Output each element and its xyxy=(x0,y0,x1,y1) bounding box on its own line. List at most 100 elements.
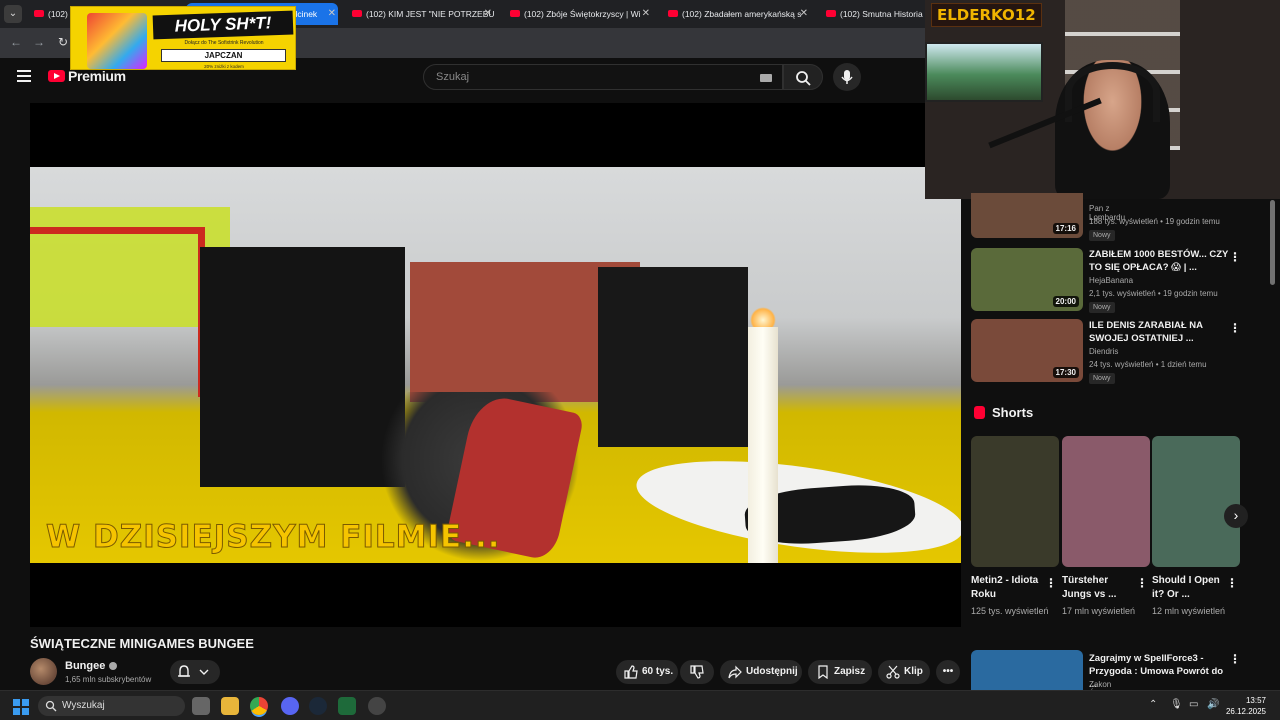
verified-icon xyxy=(109,662,118,671)
browser-tab[interactable]: (102) Smutna Historia „W xyxy=(822,3,925,25)
youtube-header: Premium xyxy=(0,58,925,98)
recommendation-title[interactable]: ILE DENIS ZARABIAŁ NA SWOJEJ OSTATNIEJ .… xyxy=(1089,319,1229,345)
video-player[interactable]: W DZISIEJSZYM FILMIE... xyxy=(30,103,961,627)
streamer-tag: ELDERKO12 xyxy=(931,3,1042,27)
more-vert-icon[interactable]: ⋮ xyxy=(1229,250,1241,264)
short-title[interactable]: Metin2 - Idiota Roku xyxy=(971,574,1043,602)
volume-icon[interactable]: 🔊 xyxy=(1207,699,1219,710)
network-icon[interactable]: ▭ xyxy=(1189,699,1198,710)
shorts-header: Shorts xyxy=(974,405,1033,420)
tab-search-button[interactable]: ⌄ xyxy=(4,5,22,23)
recommendation-meta: 2,1 tys. wyświetleń • 19 godzin temu xyxy=(1089,289,1218,298)
new-badge: Nowy xyxy=(1089,230,1115,241)
tab-label: (102) Zbadałem amerykańską s xyxy=(682,9,802,19)
browser-tab[interactable]: (102) Zbóje Świętokrzyscy | Wi ✕ xyxy=(506,3,652,25)
youtube-favicon-icon xyxy=(826,10,836,17)
like-button[interactable]: 60 tys. xyxy=(616,660,678,684)
scene-scaffold xyxy=(30,227,205,397)
short-thumbnail[interactable] xyxy=(1062,436,1150,567)
chevron-right-icon[interactable]: › xyxy=(1224,504,1248,528)
webcam-overlay: ELDERKO12 xyxy=(925,0,1280,199)
short-thumbnail[interactable] xyxy=(971,436,1059,567)
tab-close-icon[interactable]: ✕ xyxy=(800,3,808,25)
recommendation-meta: 188 tys. wyświetleń • 19 godzin temu xyxy=(1089,217,1220,226)
dislike-button[interactable] xyxy=(680,660,714,684)
video-duration: 20:00 xyxy=(1052,296,1079,307)
short-thumbnail[interactable] xyxy=(1152,436,1240,567)
scene-candle xyxy=(748,327,778,563)
youtube-logo-icon[interactable] xyxy=(48,70,65,82)
save-button[interactable]: Zapisz xyxy=(808,660,872,684)
short-item[interactable]: Türsteher Jungs vs ... 17 mln wyświetleń… xyxy=(1062,436,1150,616)
chevron-up-icon[interactable]: ⌃ xyxy=(1149,699,1157,710)
recommendation-channel[interactable]: HejaBanana xyxy=(1089,276,1133,285)
recommendation-thumbnail[interactable]: 17:16 xyxy=(971,193,1083,238)
video-duration: 17:16 xyxy=(1052,223,1079,234)
scissors-icon xyxy=(886,665,900,679)
browser-tab[interactable]: (102) KIM JEST "NIE POTRZEBU ✕ xyxy=(348,3,494,25)
more-vert-icon[interactable]: ⋮ xyxy=(1229,321,1241,335)
microphone-tray-icon[interactable]: 🎙 xyxy=(1170,699,1183,710)
obs-icon[interactable] xyxy=(368,697,386,715)
terminal-icon[interactable] xyxy=(338,697,356,715)
scene-curtain xyxy=(598,267,748,447)
taskbar-clock[interactable]: 13:57 26.12.2025 xyxy=(1226,695,1266,717)
short-title[interactable]: Should I Open it? Or ... xyxy=(1152,574,1224,602)
forward-icon[interactable]: → xyxy=(33,35,45,49)
recommendation-thumbnail[interactable] xyxy=(971,650,1083,690)
tab-label: (102) Zbóje Świętokrzyscy | Wi xyxy=(524,9,641,19)
windows-start-icon[interactable] xyxy=(13,699,29,715)
more-icon: ••• xyxy=(942,666,954,677)
task-view-icon[interactable] xyxy=(192,697,210,715)
video-frame: W DZISIEJSZYM FILMIE... xyxy=(30,167,961,563)
menu-icon[interactable] xyxy=(17,70,31,82)
recommendation-thumbnail[interactable]: 17:30 xyxy=(971,319,1083,382)
browser-tab[interactable]: (102) Zbadałem amerykańską s ✕ xyxy=(664,3,810,25)
short-item[interactable]: Metin2 - Idiota Roku 125 tys. wyświetleń… xyxy=(971,436,1059,616)
more-vert-icon[interactable]: ⋮ xyxy=(1045,576,1057,590)
channel-name[interactable]: Bungee xyxy=(65,660,118,672)
back-icon[interactable]: ← xyxy=(10,35,22,49)
logo-text[interactable]: Premium xyxy=(68,68,126,84)
tab-close-icon[interactable]: ✕ xyxy=(328,3,336,25)
shorts-header-label: Shorts xyxy=(992,405,1034,420)
recommendation-thumbnail[interactable]: 20:00 xyxy=(971,248,1083,311)
chrome-icon[interactable] xyxy=(250,697,268,715)
channel-name-label: Bungee xyxy=(65,660,106,672)
tab-close-icon[interactable]: ✕ xyxy=(642,3,650,25)
search-button[interactable] xyxy=(783,64,823,90)
voice-search-button[interactable] xyxy=(833,63,861,91)
new-badge: Nowy xyxy=(1089,302,1115,313)
keyboard-icon[interactable] xyxy=(760,74,772,82)
short-title[interactable]: Türsteher Jungs vs ... xyxy=(1062,574,1134,602)
taskbar-search-label: Wyszukaj xyxy=(62,700,105,711)
more-vert-icon[interactable]: ⋮ xyxy=(1226,576,1238,590)
notification-button[interactable] xyxy=(170,660,220,684)
taskbar-search[interactable]: Wyszukaj xyxy=(38,696,185,716)
scene-curtain xyxy=(200,247,405,487)
video-title: ŚWIĄTECZNE MINIGAMES BUNGEE xyxy=(30,636,254,651)
tab-close-icon[interactable]: ✕ xyxy=(484,3,492,25)
share-icon xyxy=(728,665,742,679)
recommendation-title[interactable]: ZABIŁEM 1000 BESTÓW... CZY TO SIĘ OPŁACA… xyxy=(1089,248,1229,274)
search-input[interactable] xyxy=(434,68,744,86)
discord-icon[interactable] xyxy=(281,697,299,715)
sponsor-headline: HOLY SH*T! xyxy=(152,10,294,40)
youtube-favicon-icon xyxy=(510,10,520,17)
short-item[interactable]: Should I Open it? Or ... 12 mln wyświetl… xyxy=(1152,436,1240,616)
clip-button[interactable]: Klip xyxy=(878,660,930,684)
steam-icon[interactable] xyxy=(309,697,327,715)
thumbs-down-icon xyxy=(690,665,704,679)
more-vert-icon[interactable]: ⋮ xyxy=(1229,652,1241,666)
share-button[interactable]: Udostępnij xyxy=(720,660,802,684)
webcam-aquarium xyxy=(925,42,1043,102)
file-explorer-icon[interactable] xyxy=(221,697,239,715)
reload-icon[interactable]: ↻ xyxy=(58,35,68,49)
microphone-icon xyxy=(841,70,853,84)
more-actions-button[interactable]: ••• xyxy=(936,660,960,684)
recommendation-channel[interactable]: Diendris xyxy=(1089,347,1118,356)
scrollbar[interactable] xyxy=(1270,200,1275,285)
more-vert-icon[interactable]: ⋮ xyxy=(1136,576,1148,590)
search-box[interactable] xyxy=(423,64,783,90)
channel-avatar[interactable] xyxy=(30,658,57,685)
